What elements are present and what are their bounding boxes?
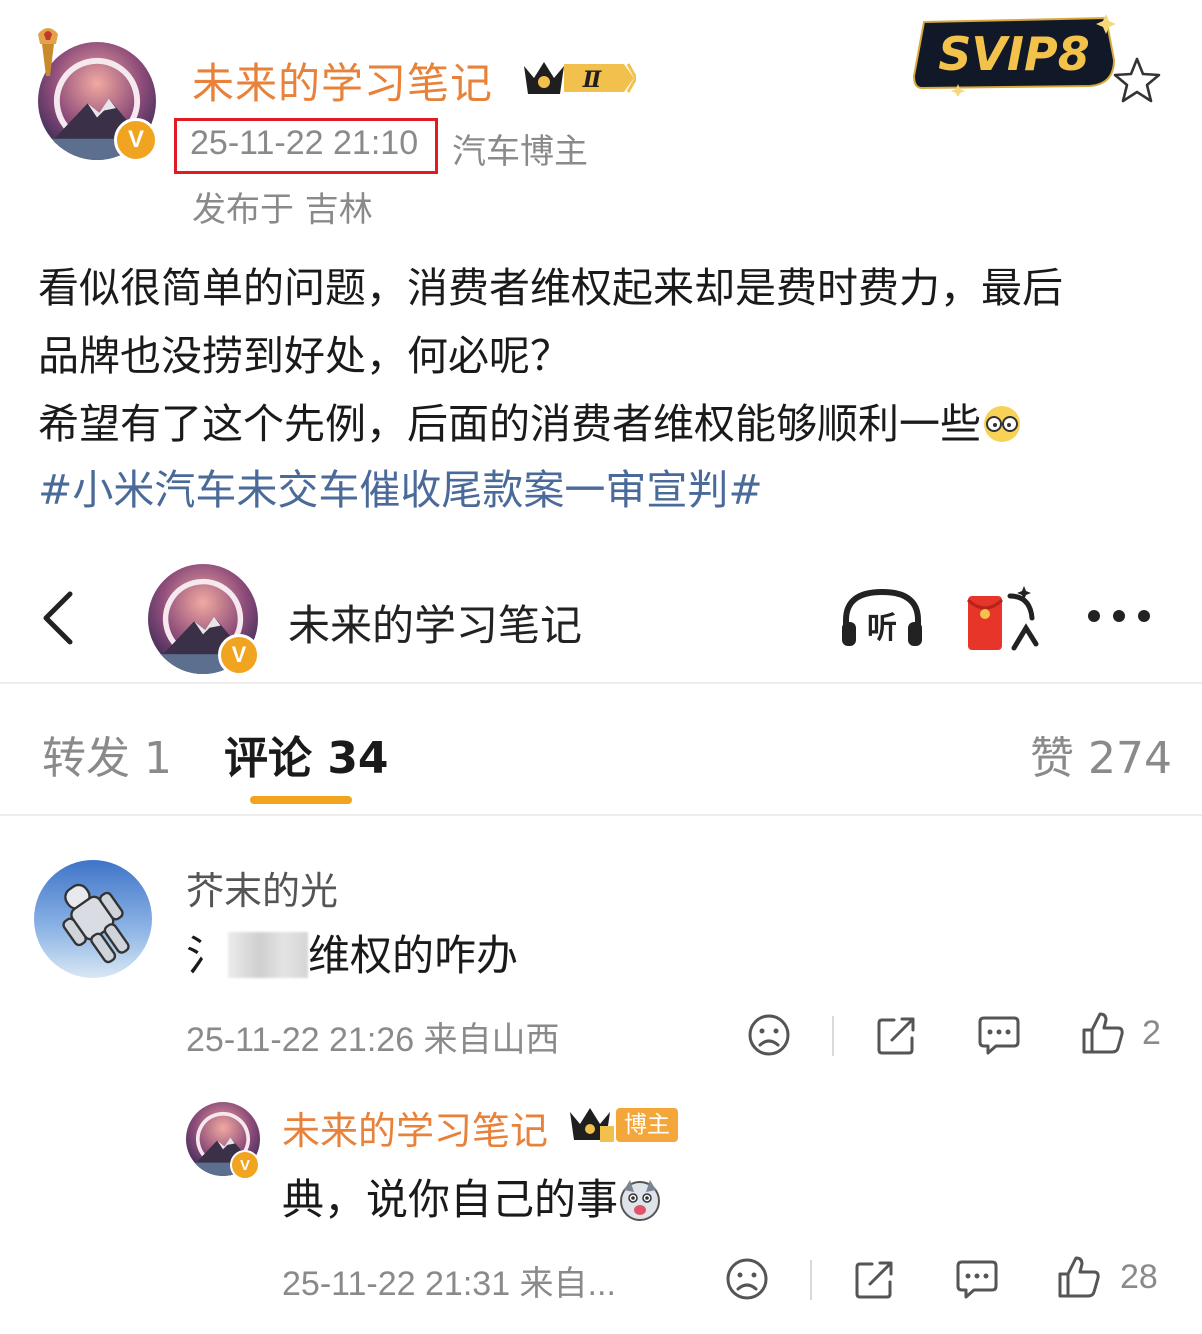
author-tag: 汽车博主 — [452, 132, 588, 172]
vip-crown-icon[interactable]: Ⅱ — [520, 56, 636, 100]
like-thumb-icon[interactable] — [1056, 1254, 1102, 1300]
favorite-star-icon[interactable] — [1110, 54, 1164, 108]
svg-text:SVIP8: SVIP8 — [938, 27, 1090, 81]
comment-author-name[interactable]: 芥末的光 — [186, 860, 338, 915]
glasses-emoji-icon — [984, 406, 1020, 442]
tab-like[interactable]: 赞 274 — [1030, 722, 1172, 786]
comment-avatar[interactable] — [34, 860, 152, 978]
torch-icon — [38, 28, 58, 76]
comment-text-suffix: 维权的咋办 — [308, 931, 519, 980]
post-body: 看似很简单的问题，消费者维权起来却是费时费力，最后 品牌也没捞到好处，何必呢？ … — [38, 254, 1178, 458]
share-icon[interactable] — [874, 1012, 920, 1058]
reply-text: 典，说你自己的事 — [282, 1166, 662, 1227]
tab-repost[interactable]: 转发 1 — [42, 722, 172, 786]
tab-bar — [0, 686, 1202, 816]
post-line-with-emoji: 希望有了这个先例，后面的消费者维权能够顺利一些 — [38, 390, 1178, 458]
post-location: 发布于 吉林 — [192, 190, 373, 230]
husky-emoji-icon — [620, 1180, 661, 1221]
back-icon[interactable] — [38, 588, 78, 648]
active-tab-indicator — [250, 796, 352, 804]
nav-title: 未来的学习笔记 — [288, 601, 583, 650]
astronaut-avatar-icon — [34, 860, 152, 978]
reply-meta: 25-11-22 21:31 来自... — [282, 1265, 616, 1303]
verified-badge-icon: V — [230, 1150, 260, 1180]
verified-badge-icon: V — [114, 118, 158, 162]
action-divider — [832, 1016, 834, 1056]
post-author-name[interactable]: 未来的学习笔记 — [192, 50, 493, 111]
comment-like-count: 2 — [1142, 1014, 1161, 1052]
svg-text:Ⅱ: Ⅱ — [582, 67, 603, 93]
vip-crown-icon — [570, 1108, 614, 1142]
like-thumb-icon[interactable] — [1080, 1010, 1126, 1056]
post-line: 希望有了这个先例，后面的消费者维权能够顺利一些 — [38, 400, 981, 448]
post-line: 品牌也没捞到好处，何必呢？ — [38, 332, 571, 380]
share-icon[interactable] — [852, 1256, 898, 1302]
dislike-face-icon[interactable] — [724, 1256, 770, 1302]
tab-comment[interactable]: 评论 34 — [224, 722, 389, 786]
comment-text-prefix: 氵 — [186, 931, 229, 980]
comment-meta: 25-11-22 21:26 来自山西 — [186, 1021, 560, 1059]
reply-icon[interactable] — [954, 1256, 1000, 1302]
reply-icon[interactable] — [976, 1012, 1022, 1058]
post-line: 看似很简单的问题，消费者维权起来却是费时费力，最后 — [38, 264, 1063, 312]
reply-author-name[interactable]: 未来的学习笔记 — [282, 1100, 548, 1155]
more-icon[interactable] — [1084, 606, 1154, 626]
action-divider — [810, 1260, 812, 1300]
blurred-text-block — [228, 932, 309, 978]
blogger-badge: 博主 — [616, 1108, 678, 1142]
hashtag-link[interactable]: #小米汽车未交车催收尾款案一审宣判# — [38, 456, 763, 516]
comment-text: 氵 维权的咋办 — [186, 922, 518, 983]
post-time: 25-11-22 21:10 — [190, 124, 419, 162]
listen-icon[interactable]: 听 — [838, 586, 926, 650]
reply-like-count: 28 — [1120, 1258, 1158, 1296]
svip-badge-icon[interactable]: SVIP8 — [910, 10, 1118, 96]
svg-text:听: 听 — [867, 611, 897, 646]
reply-text-content: 典，说你自己的事 — [282, 1175, 619, 1224]
verified-badge-icon: V — [218, 634, 260, 676]
red-packet-icon[interactable] — [964, 582, 1040, 654]
dislike-face-icon[interactable] — [746, 1012, 792, 1058]
